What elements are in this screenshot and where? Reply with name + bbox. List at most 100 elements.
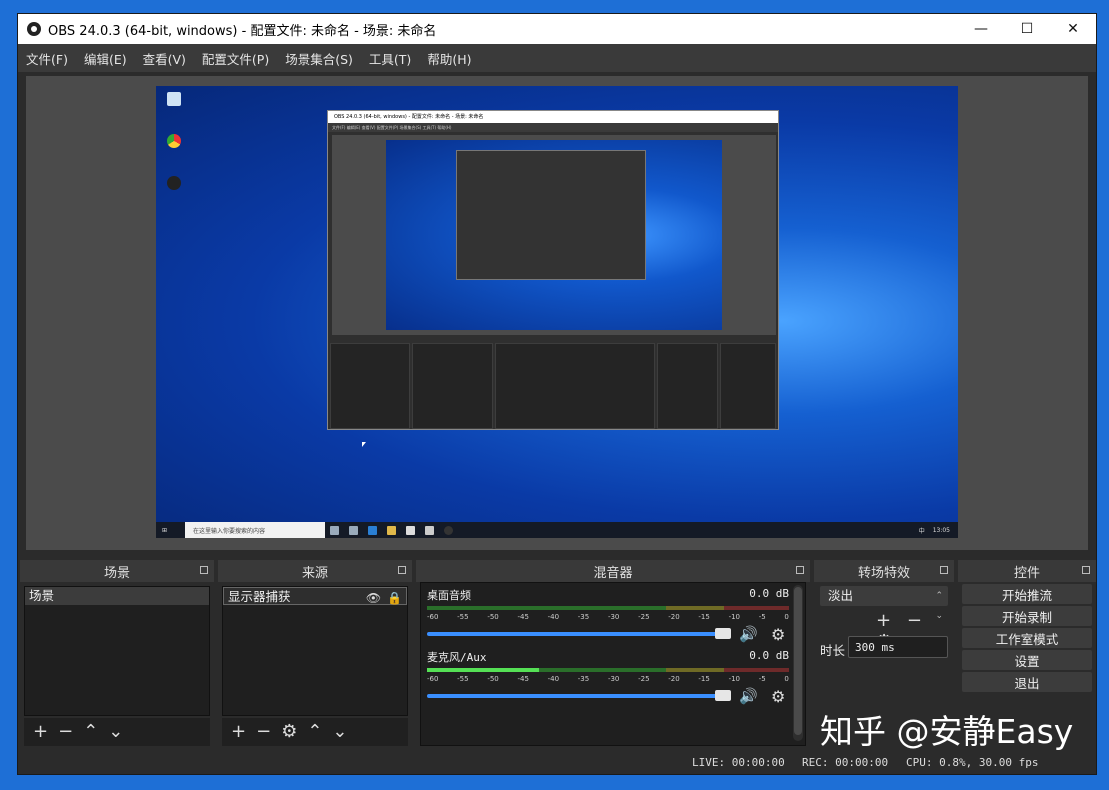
mail-icon	[425, 525, 435, 535]
menu-tools[interactable]: 工具(T)	[369, 49, 411, 68]
menu-view[interactable]: 查看(V)	[143, 49, 186, 68]
obs-desktop-icon	[160, 176, 188, 192]
scenes-list[interactable]: 场景	[24, 586, 210, 716]
scenes-dock: 场景 场景 + − ⌃ ⌄	[20, 560, 214, 746]
channel-db: 0.0 dB	[749, 649, 789, 662]
channel-gear-icon[interactable]: ⚙	[771, 625, 785, 644]
add-scene-icon[interactable]: +	[33, 723, 48, 741]
minimize-button[interactable]: —	[958, 14, 1004, 44]
start-streaming-button[interactable]: 开始推流	[962, 584, 1092, 604]
mixer-channel-desktop: 桌面音频 0.0 dB -60 -55 -50 -45 -40 -35 -30 -25 -20-…	[427, 587, 789, 644]
taskbar-search: 在这里输入你要搜索的内容	[185, 522, 326, 538]
source-properties-gear-icon[interactable]: ⚙	[281, 723, 297, 741]
exit-button[interactable]: 退出	[962, 672, 1092, 692]
preview-canvas[interactable]: OBS 24.0.3 (64-bit, windows) - 配置文件: 未命名…	[26, 76, 1088, 550]
cortana-icon	[330, 525, 340, 535]
channel-name: 麦克风/Aux	[427, 651, 487, 664]
volume-slider-handle[interactable]	[715, 628, 731, 639]
sources-title: 来源	[301, 565, 328, 581]
obs-logo-icon	[27, 22, 41, 36]
menu-help[interactable]: 帮助(H)	[427, 49, 471, 68]
meter-scale: -60 -55 -50 -45 -40 -35 -30 -25 -20 -15 -10 -5 0	[427, 613, 789, 621]
volume-slider[interactable]	[427, 632, 725, 636]
taskbar-clock: 13:05	[932, 526, 950, 534]
mixer-scrollbar[interactable]	[793, 585, 803, 741]
channel-gear-icon[interactable]: ⚙	[771, 687, 785, 706]
obs-taskbar-icon	[444, 525, 454, 535]
menu-profile[interactable]: 配置文件(P)	[202, 49, 269, 68]
nested-preview	[332, 135, 776, 335]
volume-control: 🔊 ⚙	[427, 625, 789, 644]
move-up-icon[interactable]: ⌃	[307, 723, 322, 741]
transition-select[interactable]: 淡出 ⌃ ⌄	[820, 586, 948, 621]
menu-file[interactable]: 文件(F)	[26, 49, 68, 68]
nested-sources-dock	[411, 343, 494, 429]
channel-name: 桌面音频	[427, 589, 471, 602]
close-button[interactable]: ✕	[1050, 14, 1096, 44]
move-down-icon[interactable]: ⌄	[108, 723, 123, 741]
source-item[interactable]: 显示器捕获 👁 🔒	[223, 587, 407, 605]
nested-title: OBS 24.0.3 (64-bit, windows) - 配置文件: 未命名…	[328, 111, 778, 123]
menu-bar: 文件(F) 编辑(E) 查看(V) 配置文件(P) 场景集合(S) 工具(T) …	[18, 44, 1096, 72]
settings-button[interactable]: 设置	[962, 650, 1092, 670]
undock-icon[interactable]	[200, 566, 208, 574]
controls-title: 控件	[1013, 565, 1040, 581]
scenes-toolbar: + − ⌃ ⌄	[24, 718, 210, 746]
undock-icon[interactable]	[796, 566, 804, 574]
volume-slider-handle[interactable]	[715, 690, 731, 701]
scene-item[interactable]: 场景	[25, 587, 209, 605]
taskbar-ime: 中	[918, 527, 925, 535]
nested-desktop	[386, 140, 722, 330]
move-up-icon[interactable]: ⌃	[83, 723, 98, 741]
meter-level-fill	[427, 668, 540, 672]
lock-icon[interactable]: 🔒	[387, 589, 402, 607]
add-transition-icon[interactable]: +	[876, 610, 891, 631]
duration-input[interactable]: 300 ms	[848, 636, 948, 658]
volume-slider[interactable]	[427, 694, 725, 698]
windows-start-icon: ⊞	[162, 526, 168, 534]
scenes-title: 场景	[103, 565, 130, 581]
windows-taskbar: ⊞ 在这里输入你要搜索的内容 中 13:05	[156, 522, 958, 538]
duration-label: 时长	[820, 643, 846, 658]
captured-desktop: OBS 24.0.3 (64-bit, windows) - 配置文件: 未命名…	[156, 86, 958, 538]
mixer-dock: 混音器 桌面音频 0.0 dB -60 -55 -50 -45 -40 -35 -30 -25…	[416, 560, 810, 746]
move-down-icon[interactable]: ⌄	[332, 723, 347, 741]
remove-transition-icon[interactable]: −	[907, 610, 922, 631]
mouse-cursor-icon	[362, 442, 366, 447]
remove-scene-icon[interactable]: −	[58, 723, 73, 741]
add-source-icon[interactable]: +	[231, 723, 246, 741]
sources-body: 显示器捕获 👁 🔒 + − ⚙ ⌃ ⌄	[218, 582, 412, 746]
nested-inner-window	[456, 150, 646, 280]
explorer-icon	[387, 525, 397, 535]
undock-icon[interactable]	[940, 566, 948, 574]
sources-header: 来源	[218, 560, 412, 582]
nested-scenes-dock	[330, 343, 410, 429]
remove-source-icon[interactable]: −	[256, 723, 271, 741]
speaker-icon[interactable]: 🔊	[739, 687, 758, 705]
studio-mode-button[interactable]: 工作室模式	[962, 628, 1092, 648]
nested-controls-dock	[720, 343, 776, 429]
task-view-icon	[349, 525, 359, 535]
mixer-channel-mic: 麦克风/Aux 0.0 dB -60 -55 -50 -45 -40 -35 -30 -25-…	[427, 649, 789, 706]
mixer-title: 混音器	[593, 565, 633, 581]
controls-header: 控件	[958, 560, 1096, 582]
nested-docks	[328, 341, 778, 431]
sources-dock: 来源 显示器捕获 👁 🔒 + − ⚙ ⌃ ⌄	[218, 560, 412, 746]
obs-window: OBS 24.0.3 (64-bit, windows) - 配置文件: 未命名…	[17, 13, 1097, 775]
menu-edit[interactable]: 编辑(E)	[84, 49, 127, 68]
speaker-icon[interactable]: 🔊	[739, 625, 758, 643]
scenes-header: 场景	[20, 560, 214, 582]
edge-icon	[368, 525, 378, 535]
transitions-title: 转场特效	[857, 565, 910, 581]
undock-icon[interactable]	[1082, 566, 1090, 574]
menu-scene-collection[interactable]: 场景集合(S)	[285, 49, 353, 68]
start-recording-button[interactable]: 开始录制	[962, 606, 1092, 626]
nested-obs-window: OBS 24.0.3 (64-bit, windows) - 配置文件: 未命名…	[327, 110, 779, 430]
undock-icon[interactable]	[398, 566, 406, 574]
recycle-bin-icon	[160, 92, 188, 108]
volume-meter	[427, 606, 789, 610]
sources-list[interactable]: 显示器捕获 👁 🔒	[222, 586, 408, 716]
volume-meter	[427, 668, 789, 672]
maximize-button[interactable]: ☐	[1004, 14, 1050, 44]
visibility-eye-icon[interactable]: 👁	[366, 589, 381, 607]
